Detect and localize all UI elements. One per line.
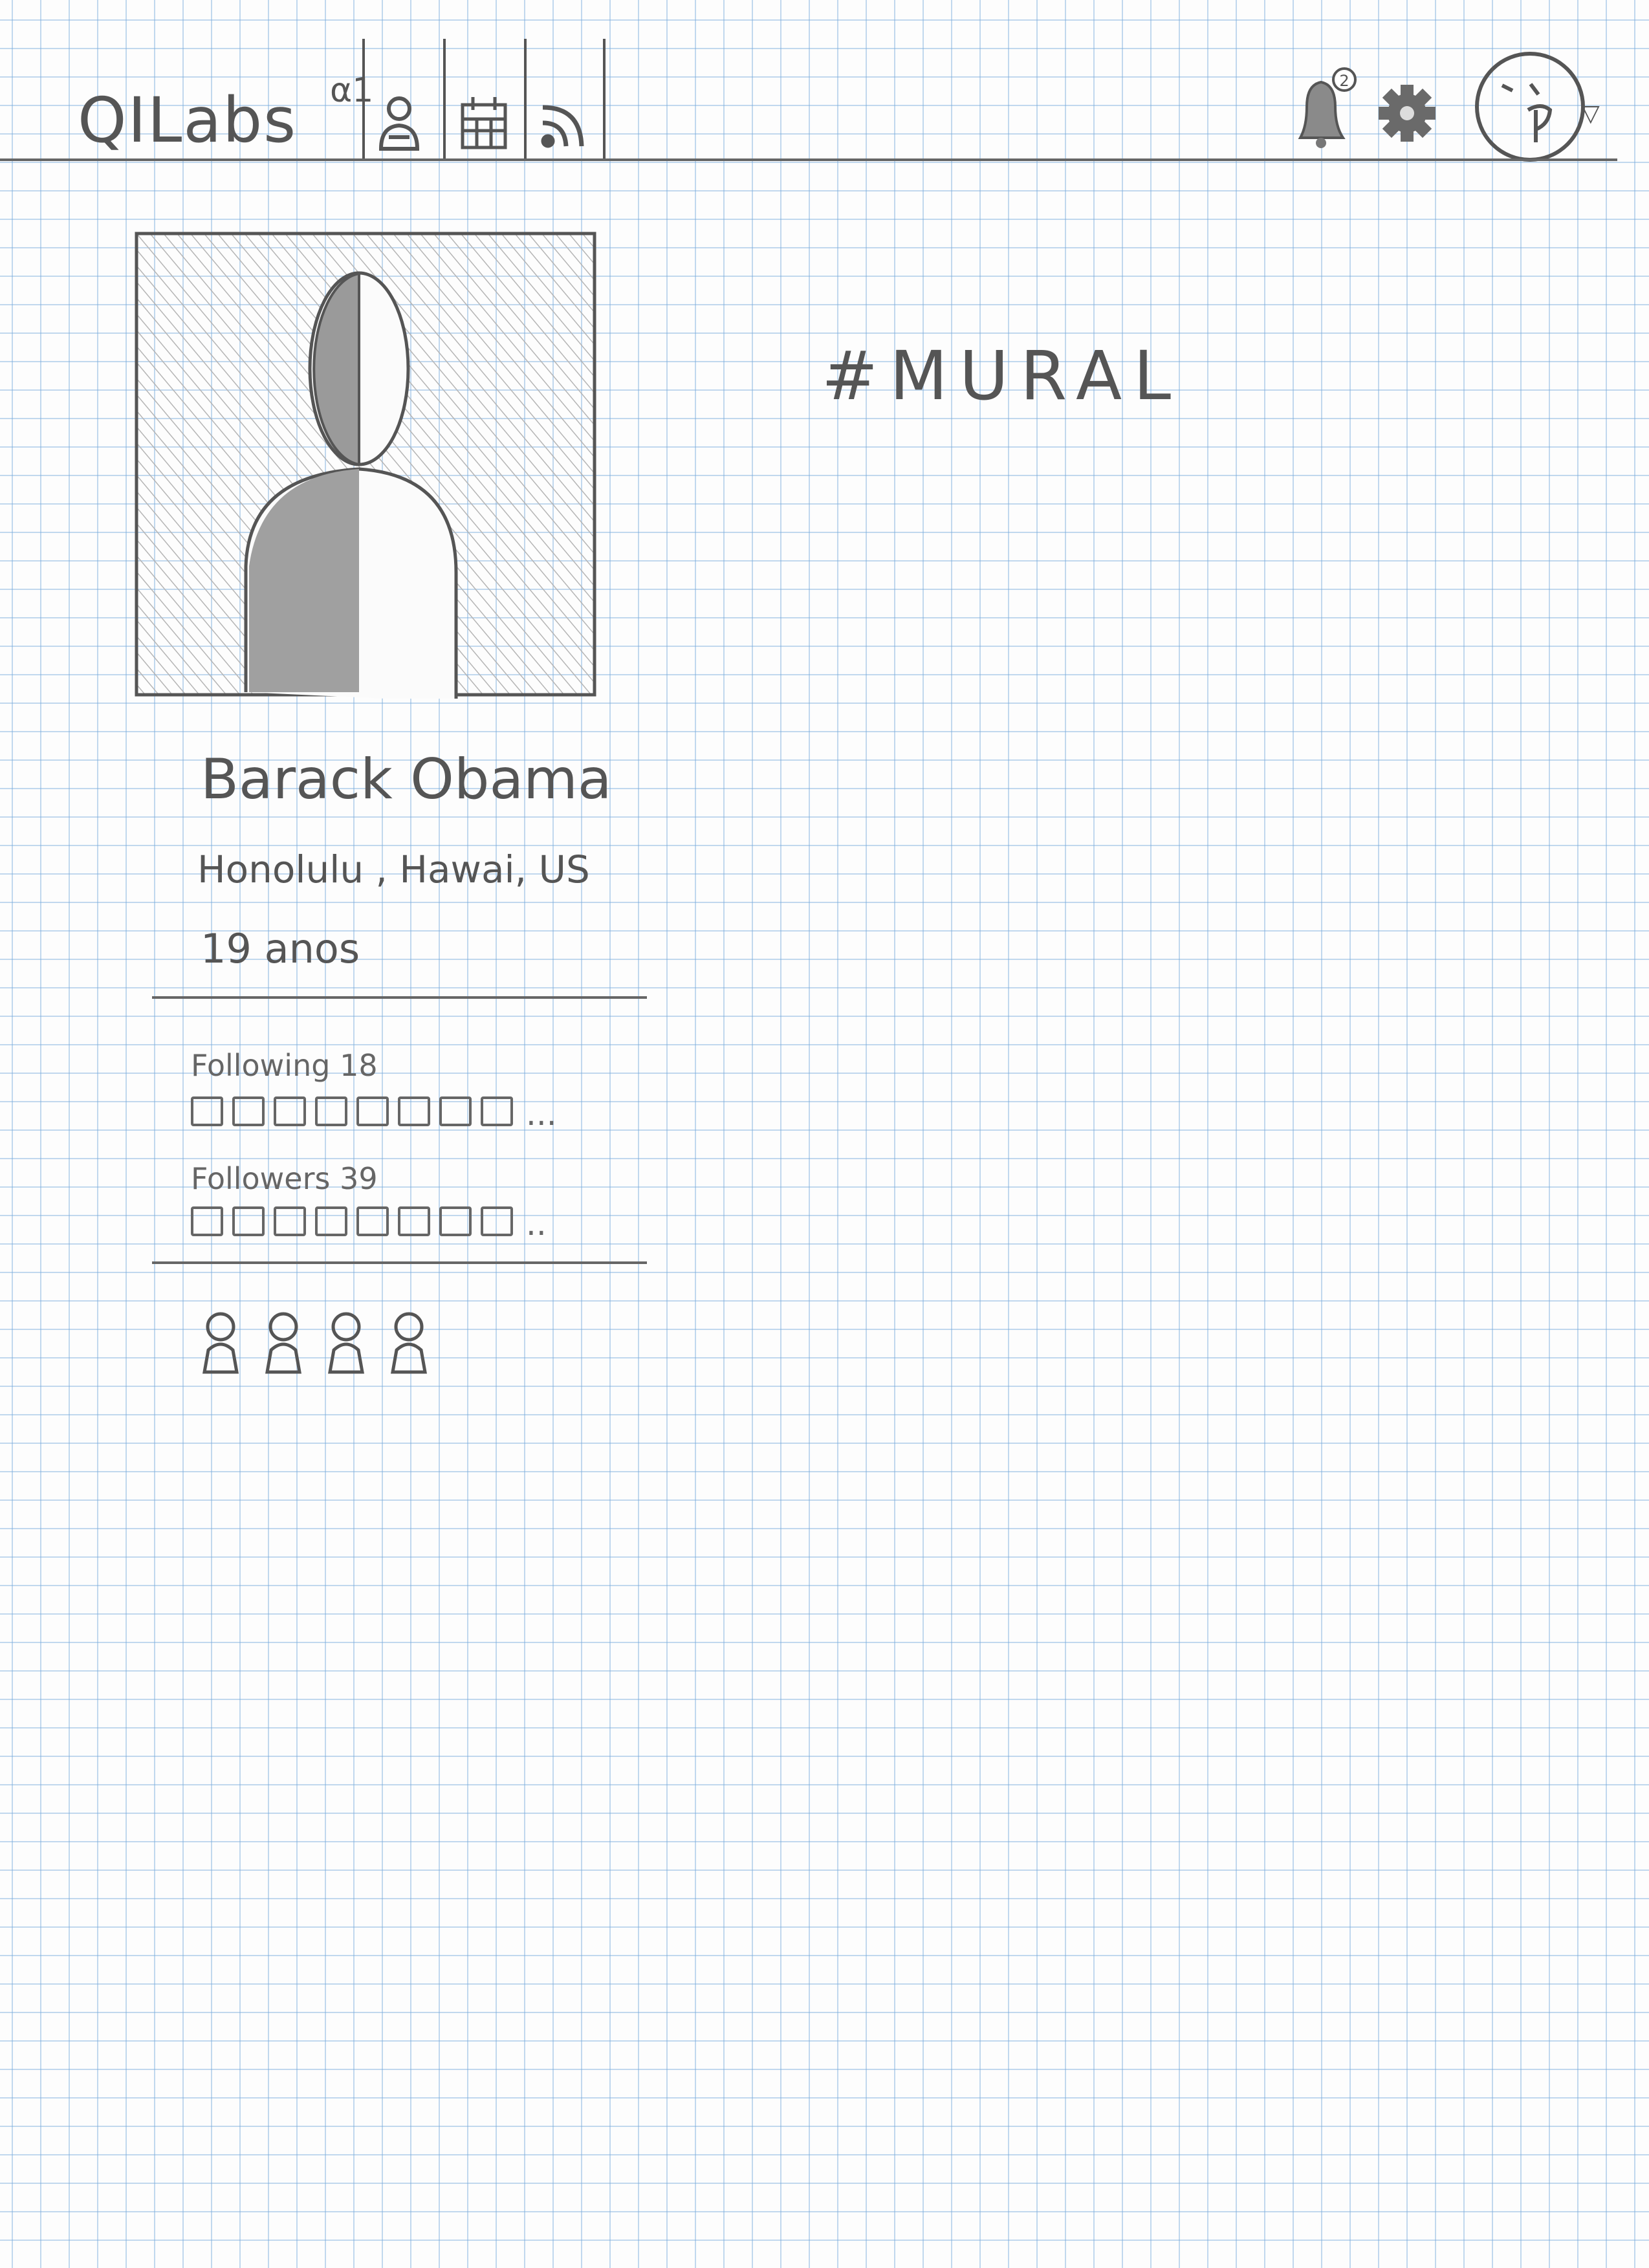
section-divider (152, 996, 647, 999)
following-thumbnail[interactable] (356, 1096, 389, 1126)
nav-divider (524, 39, 527, 158)
person-icon[interactable] (326, 1310, 366, 1375)
following-label-text: Following (191, 1048, 331, 1083)
people-icons-row (201, 1310, 429, 1375)
follower-thumbnail[interactable] (398, 1206, 430, 1236)
profile-photo[interactable] (133, 230, 598, 699)
followers-label-text: Followers (191, 1161, 331, 1196)
following-thumbnail[interactable] (315, 1096, 347, 1126)
person-icon[interactable] (389, 1310, 429, 1375)
person-icon[interactable] (201, 1310, 241, 1375)
following-thumbnail[interactable] (439, 1096, 472, 1126)
profile-age: 19 anos (201, 925, 360, 972)
rss-icon[interactable] (534, 91, 592, 155)
follower-thumbnail[interactable] (439, 1206, 472, 1236)
following-thumbnail[interactable] (481, 1096, 513, 1126)
followers-label[interactable]: Followers 39 (191, 1161, 378, 1196)
followers-more[interactable]: .. (526, 1208, 547, 1240)
following-count: 18 (340, 1048, 378, 1083)
followers-thumbnails: .. (191, 1206, 547, 1240)
people-icon[interactable] (372, 91, 430, 155)
section-divider (152, 1261, 647, 1264)
following-more[interactable]: ... (526, 1098, 557, 1130)
follower-thumbnail[interactable] (481, 1206, 513, 1236)
mural-title: #MURAL (822, 336, 1183, 415)
profile-name: Barack Obama (201, 747, 612, 812)
following-label[interactable]: Following 18 (191, 1048, 378, 1083)
calendar-icon[interactable] (456, 91, 514, 155)
following-thumbnail[interactable] (191, 1096, 223, 1126)
following-thumbnail[interactable] (274, 1096, 306, 1126)
version-badge: α1 (330, 71, 374, 110)
brand-logo[interactable]: QILabs (78, 84, 297, 157)
follower-thumbnail[interactable] (232, 1206, 265, 1236)
user-avatar-icon[interactable] (1469, 45, 1591, 168)
follower-thumbnail[interactable] (191, 1206, 223, 1236)
following-thumbnail[interactable] (398, 1096, 430, 1126)
profile-location: Honolulu , Hawai, US (197, 847, 590, 891)
followers-count: 39 (340, 1161, 378, 1196)
notification-count: 2 (1339, 72, 1349, 90)
chevron-down-icon[interactable]: ▽ (1582, 100, 1600, 127)
person-icon[interactable] (263, 1310, 303, 1375)
following-thumbnail[interactable] (232, 1096, 265, 1126)
nav-divider (603, 39, 606, 158)
header-divider (0, 158, 1617, 161)
follower-thumbnail[interactable] (315, 1206, 347, 1236)
follower-thumbnail[interactable] (356, 1206, 389, 1236)
bell-icon[interactable]: 2 (1287, 61, 1359, 152)
following-thumbnails: ... (191, 1096, 557, 1130)
nav-divider (443, 39, 446, 158)
top-nav-bar: QILabs α1 2 ▽ (0, 26, 1649, 165)
gear-icon[interactable] (1371, 61, 1443, 152)
follower-thumbnail[interactable] (274, 1206, 306, 1236)
nav-divider (362, 39, 365, 158)
